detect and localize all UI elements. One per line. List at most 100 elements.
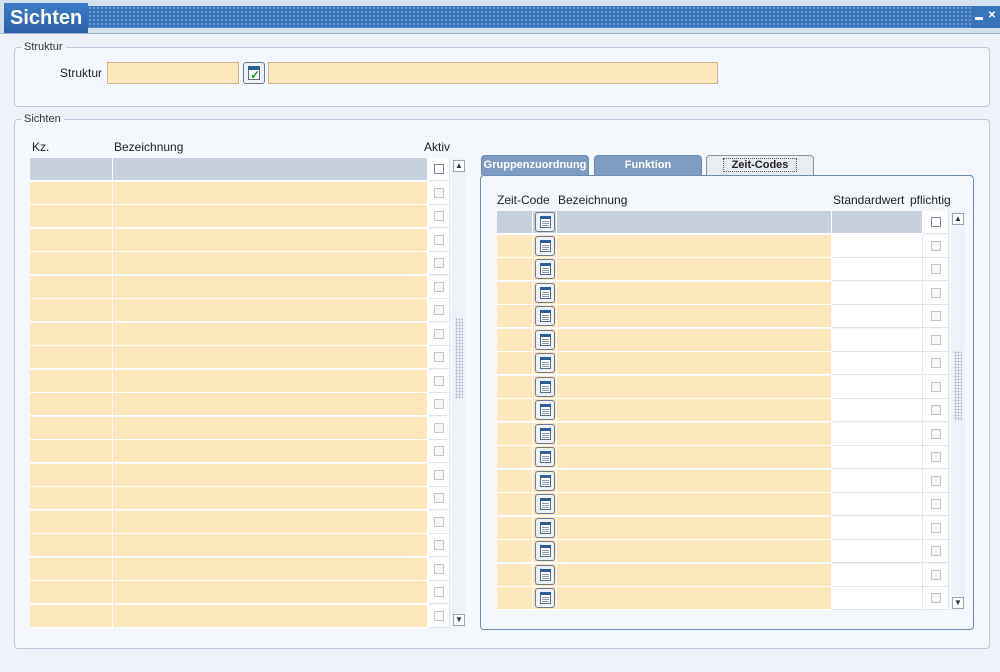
aktiv-checkbox[interactable] (434, 258, 444, 268)
aktiv-checkbox[interactable] (434, 211, 444, 221)
table-row[interactable] (30, 369, 450, 393)
bezeichnung-cell[interactable] (113, 181, 428, 205)
pflichtig-checkbox[interactable] (931, 405, 941, 415)
pflichtig-checkbox[interactable] (931, 311, 941, 321)
zeit-code-lov-button[interactable] (535, 329, 555, 350)
pflichtig-checkbox[interactable] (931, 287, 941, 298)
pflichtig-cell[interactable] (923, 563, 949, 587)
pflichtig-checkbox[interactable] (931, 240, 941, 251)
pflichtig-checkbox[interactable] (931, 593, 941, 603)
aktiv-cell[interactable] (428, 534, 450, 557)
aktiv-checkbox[interactable] (434, 305, 444, 315)
table-row[interactable] (30, 604, 450, 628)
table-row[interactable] (30, 416, 450, 440)
zeit-code-lov-button[interactable] (535, 447, 555, 467)
pflichtig-cell[interactable] (923, 258, 949, 281)
zeit-bezeichnung-cell[interactable] (557, 446, 832, 469)
pflichtig-cell[interactable] (923, 587, 949, 610)
standardwert-cell[interactable] (832, 399, 923, 422)
kz-cell[interactable] (30, 252, 113, 275)
pflichtig-checkbox[interactable] (931, 546, 941, 556)
zeit-bezeichnung-cell[interactable] (557, 587, 832, 610)
zeit-code-lov-button[interactable] (535, 423, 555, 444)
aktiv-checkbox[interactable] (434, 446, 444, 456)
bezeichnung-cell[interactable] (113, 534, 428, 557)
bezeichnung-cell[interactable] (113, 158, 428, 181)
zeit-code-lov-button[interactable] (535, 564, 555, 585)
standardwert-cell[interactable] (832, 587, 923, 610)
zeit-code-cell[interactable] (497, 540, 533, 563)
struktur-lov-button[interactable]: ✓ (243, 62, 265, 84)
table-row[interactable] (30, 487, 450, 510)
table-row[interactable] (497, 258, 949, 281)
zeit-code-cell[interactable] (497, 516, 533, 540)
tab-gruppenzuordnung[interactable]: Gruppenzuordnung (481, 155, 589, 175)
zeit-bezeichnung-cell[interactable] (557, 540, 832, 563)
standardwert-cell[interactable] (832, 211, 923, 234)
struktur-name-field[interactable] (268, 62, 718, 84)
aktiv-checkbox[interactable] (434, 234, 444, 245)
aktiv-checkbox[interactable] (434, 375, 444, 386)
bezeichnung-cell[interactable] (113, 463, 428, 487)
aktiv-cell[interactable] (428, 228, 450, 252)
sichten-scrollbar[interactable]: ▲ ▼ (452, 158, 466, 628)
table-row[interactable] (497, 352, 949, 375)
table-row[interactable] (30, 158, 450, 181)
zeit-bezeichnung-cell[interactable] (557, 399, 832, 422)
table-row[interactable] (497, 469, 949, 493)
zeit-code-lov-button[interactable] (535, 235, 555, 256)
aktiv-checkbox[interactable] (434, 164, 444, 174)
pflichtig-checkbox[interactable] (931, 217, 941, 227)
pflichtig-checkbox[interactable] (931, 475, 941, 486)
aktiv-checkbox[interactable] (434, 610, 444, 621)
kz-cell[interactable] (30, 440, 113, 463)
aktiv-checkbox[interactable] (434, 328, 444, 339)
table-row[interactable] (497, 422, 949, 446)
table-row[interactable] (30, 228, 450, 252)
struktur-code-field[interactable] (107, 62, 239, 84)
zeit-bezeichnung-cell[interactable] (557, 328, 832, 352)
zeit-bezeichnung-cell[interactable] (557, 258, 832, 281)
bezeichnung-cell[interactable] (113, 440, 428, 463)
table-row[interactable] (30, 557, 450, 581)
kz-cell[interactable] (30, 463, 113, 487)
zeit-codes-scrollbar[interactable]: ▲ ▼ (951, 211, 965, 611)
kz-cell[interactable] (30, 393, 113, 416)
kz-cell[interactable] (30, 275, 113, 299)
aktiv-cell[interactable] (428, 275, 450, 299)
table-row[interactable] (497, 234, 949, 258)
bezeichnung-cell[interactable] (113, 275, 428, 299)
kz-cell[interactable] (30, 205, 113, 228)
table-row[interactable] (30, 252, 450, 275)
kz-cell[interactable] (30, 581, 113, 604)
zeit-bezeichnung-cell[interactable] (557, 516, 832, 540)
kz-cell[interactable] (30, 487, 113, 510)
aktiv-checkbox[interactable] (434, 516, 444, 527)
tab-zeit-codes[interactable]: Zeit-Codes (706, 155, 814, 175)
zeit-code-cell[interactable] (497, 493, 533, 516)
zeit-code-lov-button[interactable] (535, 541, 555, 561)
table-row[interactable] (497, 375, 949, 399)
zeit-code-cell[interactable] (497, 446, 533, 469)
table-row[interactable] (30, 534, 450, 557)
zeit-code-lov-button[interactable] (535, 494, 555, 514)
zeit-bezeichnung-cell[interactable] (557, 234, 832, 258)
table-row[interactable] (497, 493, 949, 516)
kz-cell[interactable] (30, 181, 113, 205)
pflichtig-cell[interactable] (923, 446, 949, 469)
bezeichnung-cell[interactable] (113, 299, 428, 322)
pflichtig-checkbox[interactable] (931, 522, 941, 533)
close-icon[interactable]: ✕ (987, 11, 997, 21)
standardwert-cell[interactable] (832, 422, 923, 446)
aktiv-checkbox[interactable] (434, 399, 444, 409)
pflichtig-checkbox[interactable] (931, 334, 941, 345)
bezeichnung-cell[interactable] (113, 228, 428, 252)
standardwert-cell[interactable] (832, 446, 923, 469)
kz-cell[interactable] (30, 299, 113, 322)
zeit-code-lov-button[interactable] (535, 353, 555, 373)
bezeichnung-cell[interactable] (113, 322, 428, 346)
pflichtig-cell[interactable] (923, 469, 949, 493)
pflichtig-cell[interactable] (923, 375, 949, 399)
bezeichnung-cell[interactable] (113, 557, 428, 581)
table-row[interactable] (30, 205, 450, 228)
